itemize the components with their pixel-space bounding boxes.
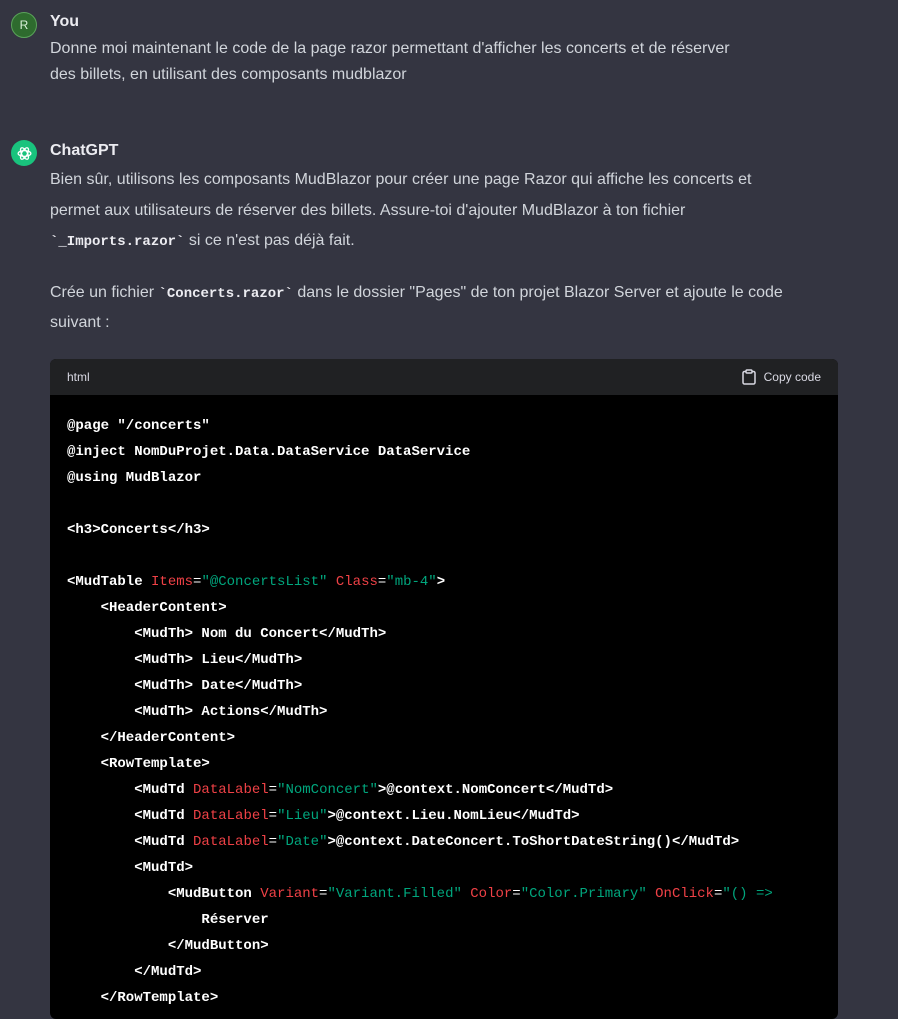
code-block-header: html Copy code (50, 359, 838, 395)
inline-code-imports: `_Imports.razor` (50, 234, 185, 250)
assistant-para2-tail: dans le dossier "Pages" de ton projet Bl… (292, 284, 783, 301)
copy-code-button[interactable]: Copy code (741, 369, 821, 385)
code-line: <RowTemplate> (67, 756, 210, 772)
code-line: <MudTd DataLabel="Lieu">@context.Lieu.No… (67, 808, 580, 824)
user-avatar-letter: R (19, 18, 29, 32)
assistant-para2-line-1: Crée un fichier `Concerts.razor` dans le… (50, 280, 850, 307)
code-line: </RowTemplate> (67, 990, 219, 1006)
code-line: <h3>Concerts</h3> (67, 522, 210, 538)
code-line: @inject NomDuProjet.Data.DataService Dat… (67, 444, 471, 460)
user-avatar: R (11, 12, 37, 38)
code-line: @page "/concerts" (67, 418, 210, 434)
code-line: <MudTh> Actions</MudTh> (67, 704, 328, 720)
code-line: Réserver (67, 912, 269, 928)
clipboard-icon (741, 369, 756, 385)
chatgpt-logo-icon (11, 140, 37, 166)
copy-code-label: Copy code (763, 370, 821, 384)
code-line: <MudTd DataLabel="NomConcert">@context.N… (67, 782, 614, 798)
code-content: @page "/concerts" @inject NomDuProjet.Dat… (50, 395, 838, 1019)
assistant-para2-head: Crée un fichier (50, 284, 159, 301)
code-line: </HeaderContent> (67, 730, 236, 746)
code-line: <MudTable Items="@ConcertsList" Class="m… (67, 574, 446, 590)
assistant-para2-line-2: suivant : (50, 314, 110, 331)
code-line: <HeaderContent> (67, 600, 227, 616)
user-message-line-1: Donne moi maintenant le code de la page … (50, 40, 730, 57)
assistant-author-name: ChatGPT (50, 142, 119, 159)
code-line: @using MudBlazor (67, 470, 202, 486)
code-line: <MudTd DataLabel="Date">@context.DateCon… (67, 834, 740, 850)
assistant-para1-line-3: `_Imports.razor` si ce n'est pas déjà fa… (50, 228, 850, 255)
inline-code-concerts: `Concerts.razor` (158, 286, 293, 302)
code-block: html Copy code @page "/concerts" @inject … (50, 359, 838, 1019)
assistant-para1-tail: si ce n'est pas déjà fait. (184, 232, 355, 249)
code-line: <MudTh> Date</MudTh> (67, 678, 303, 694)
assistant-para1-line-2: permet aux utilisateurs de réserver des … (50, 202, 686, 219)
openai-knot-icon (16, 146, 32, 160)
user-message-line-2: des billets, en utilisant des composants… (50, 66, 407, 83)
assistant-para1-line-1: Bien sûr, utilisons les composants MudBl… (50, 171, 752, 188)
user-author-name: You (50, 13, 80, 30)
code-line: <MudTh> Nom du Concert</MudTh> (67, 626, 387, 642)
code-line: </MudTd> (67, 964, 202, 980)
code-line: <MudTd> (67, 860, 194, 876)
code-line: <MudButton Variant="Variant.Filled" Colo… (67, 886, 773, 902)
code-line: <MudTh> Lieu</MudTh> (67, 652, 303, 668)
code-line: </MudButton> (67, 938, 269, 954)
code-language-label: html (67, 370, 90, 384)
